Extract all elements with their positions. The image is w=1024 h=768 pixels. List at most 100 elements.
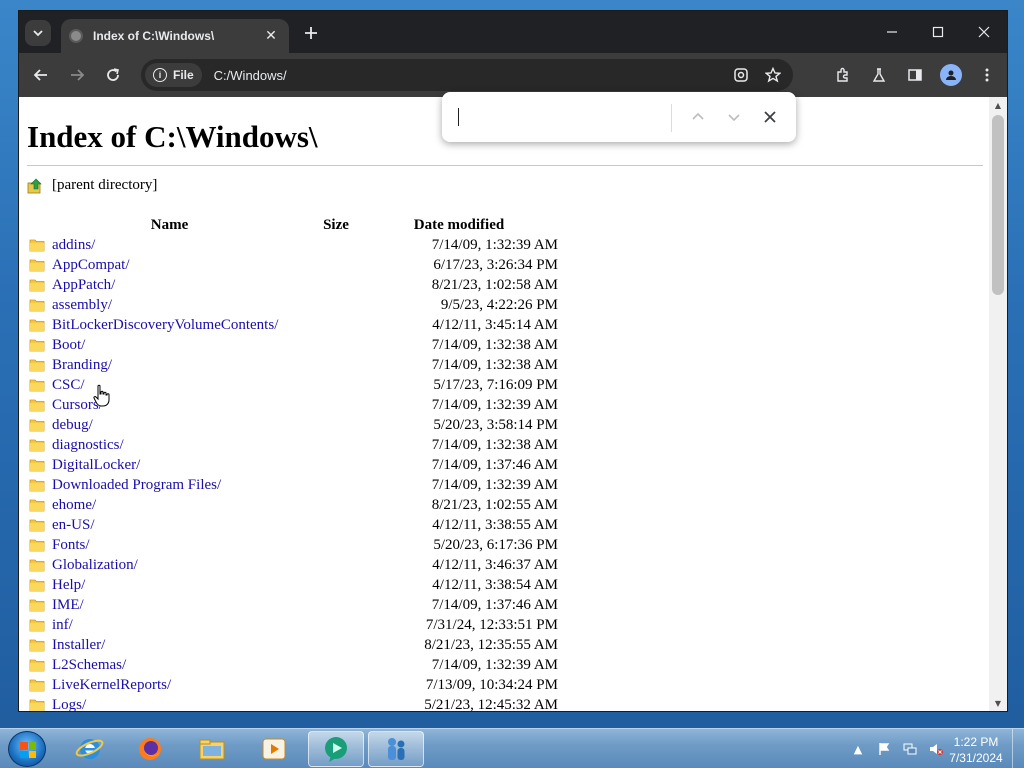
forward-button[interactable] bbox=[65, 63, 89, 87]
directory-link[interactable]: AppCompat/ bbox=[52, 257, 130, 274]
parent-directory-link[interactable]: [parent directory] bbox=[27, 177, 157, 194]
profile-icon bbox=[940, 64, 962, 86]
name-cell: DigitalLocker/ bbox=[27, 455, 312, 475]
name-cell-content: en-US/ bbox=[27, 517, 312, 534]
bookmark-star-icon[interactable] bbox=[761, 63, 785, 87]
taskbar-clock[interactable]: 1:22 PM 7/31/2024 bbox=[946, 734, 1006, 766]
date-cell: 5/21/23, 12:45:32 AM bbox=[424, 696, 558, 712]
name-cell: Cursors/ bbox=[27, 395, 312, 415]
tab-search-button[interactable] bbox=[25, 20, 51, 46]
tab-close-icon[interactable]: ✕ bbox=[261, 26, 281, 46]
folder-icon bbox=[29, 459, 45, 472]
name-cell-content: Cursors/ bbox=[27, 397, 312, 414]
taskbar-internet-explorer[interactable] bbox=[62, 731, 118, 767]
directory-link[interactable]: LiveKernelReports/ bbox=[52, 677, 171, 694]
directory-link[interactable]: debug/ bbox=[52, 417, 93, 434]
tab-active[interactable]: Index of C:\Windows\ ✕ bbox=[61, 19, 289, 53]
folder-icon bbox=[29, 439, 45, 452]
directory-link[interactable]: Branding/ bbox=[52, 357, 112, 374]
minimize-button[interactable] bbox=[869, 11, 915, 53]
action-center-flag-icon[interactable] bbox=[876, 741, 892, 757]
maximize-icon bbox=[932, 26, 944, 38]
menu-icon[interactable] bbox=[975, 63, 999, 87]
site-info-chip[interactable]: i File bbox=[145, 63, 202, 87]
folder-icon bbox=[29, 319, 45, 332]
scrollbar-thumb[interactable] bbox=[992, 115, 1004, 295]
network-icon[interactable] bbox=[902, 741, 918, 757]
taskbar-app-active[interactable] bbox=[308, 731, 364, 767]
date-cell: 7/14/09, 1:32:39 AM bbox=[431, 476, 558, 493]
directory-link[interactable]: ehome/ bbox=[52, 497, 96, 514]
directory-link[interactable]: diagnostics/ bbox=[52, 437, 124, 454]
directory-link[interactable]: CSC/ bbox=[52, 377, 85, 394]
find-next-button[interactable] bbox=[722, 105, 746, 129]
reload-button[interactable] bbox=[101, 63, 125, 87]
directory-link[interactable]: Help/ bbox=[52, 577, 85, 594]
table-row: addins/7/14/09, 1:32:39 AM bbox=[27, 235, 558, 255]
lens-icon[interactable] bbox=[729, 63, 753, 87]
name-cell: Logs/ bbox=[27, 695, 312, 711]
directory-link[interactable]: Boot/ bbox=[52, 337, 85, 354]
directory-link[interactable]: en-US/ bbox=[52, 517, 95, 534]
new-tab-button[interactable] bbox=[299, 21, 323, 45]
column-size-header[interactable]: Size bbox=[312, 215, 360, 235]
scroll-down-arrow-icon[interactable]: ▼ bbox=[989, 695, 1007, 711]
address-bar[interactable]: i File C:/Windows/ bbox=[141, 59, 793, 91]
directory-link[interactable]: inf/ bbox=[52, 617, 73, 634]
directory-link[interactable]: addins/ bbox=[52, 237, 95, 254]
directory-link[interactable]: AppPatch/ bbox=[52, 277, 115, 294]
directory-link[interactable]: Fonts/ bbox=[52, 537, 90, 554]
column-name-header[interactable]: Name bbox=[27, 215, 312, 235]
volume-muted-icon[interactable] bbox=[928, 741, 944, 757]
vertical-scrollbar[interactable]: ▲ ▼ bbox=[989, 97, 1007, 711]
directory-link[interactable]: BitLockerDiscoveryVolumeContents/ bbox=[52, 317, 278, 334]
system-tray: ▲ bbox=[850, 741, 944, 757]
table-row: Boot/7/14/09, 1:32:38 AM bbox=[27, 335, 558, 355]
info-icon: i bbox=[153, 68, 167, 82]
directory-link[interactable]: Downloaded Program Files/ bbox=[52, 477, 221, 494]
size-cell bbox=[312, 595, 360, 615]
find-previous-button[interactable] bbox=[686, 105, 710, 129]
name-cell: Globalization/ bbox=[27, 555, 312, 575]
windows-logo-icon bbox=[20, 742, 36, 758]
find-input[interactable] bbox=[456, 102, 670, 132]
labs-icon[interactable] bbox=[867, 63, 891, 87]
find-in-page-bar bbox=[442, 92, 796, 142]
column-date-header[interactable]: Date modified bbox=[360, 215, 558, 235]
show-hidden-icons-icon[interactable]: ▲ bbox=[850, 741, 866, 757]
folder-icon bbox=[29, 699, 45, 711]
extensions-icon[interactable] bbox=[831, 63, 855, 87]
find-close-button[interactable] bbox=[758, 105, 782, 129]
taskbar-media-player[interactable] bbox=[246, 731, 302, 767]
show-desktop-button[interactable] bbox=[1012, 729, 1024, 768]
side-panel-icon[interactable] bbox=[903, 63, 927, 87]
scroll-up-arrow-icon[interactable]: ▲ bbox=[989, 97, 1007, 113]
name-cell-content: addins/ bbox=[27, 237, 312, 254]
start-button[interactable] bbox=[8, 731, 46, 767]
size-cell bbox=[312, 395, 360, 415]
directory-link[interactable]: IME/ bbox=[52, 597, 84, 614]
taskbar-network-app[interactable] bbox=[368, 731, 424, 767]
date-cell: 7/14/09, 1:32:39 AM bbox=[431, 656, 558, 673]
taskbar-firefox[interactable] bbox=[122, 731, 178, 767]
url-text[interactable]: C:/Windows/ bbox=[214, 68, 287, 83]
back-icon bbox=[33, 69, 47, 81]
close-window-button[interactable] bbox=[961, 11, 1007, 53]
taskbar-file-explorer[interactable] bbox=[184, 731, 240, 767]
chevron-up-icon bbox=[692, 112, 704, 120]
directory-link[interactable]: assembly/ bbox=[52, 297, 112, 314]
folder-icon bbox=[29, 679, 45, 692]
name-cell: LiveKernelReports/ bbox=[27, 675, 312, 695]
back-button[interactable] bbox=[29, 63, 53, 87]
maximize-button[interactable] bbox=[915, 11, 961, 53]
directory-link[interactable]: DigitalLocker/ bbox=[52, 457, 140, 474]
name-cell-content: BitLockerDiscoveryVolumeContents/ bbox=[27, 317, 312, 334]
reload-icon bbox=[107, 68, 119, 81]
directory-link[interactable]: Globalization/ bbox=[52, 557, 138, 574]
table-row: Globalization/4/12/11, 3:46:37 AM bbox=[27, 555, 558, 575]
size-cell bbox=[312, 615, 360, 635]
directory-link[interactable]: Installer/ bbox=[52, 637, 105, 654]
directory-link[interactable]: Logs/ bbox=[52, 697, 86, 712]
directory-link[interactable]: L2Schemas/ bbox=[52, 657, 126, 674]
profile-button[interactable] bbox=[939, 63, 963, 87]
